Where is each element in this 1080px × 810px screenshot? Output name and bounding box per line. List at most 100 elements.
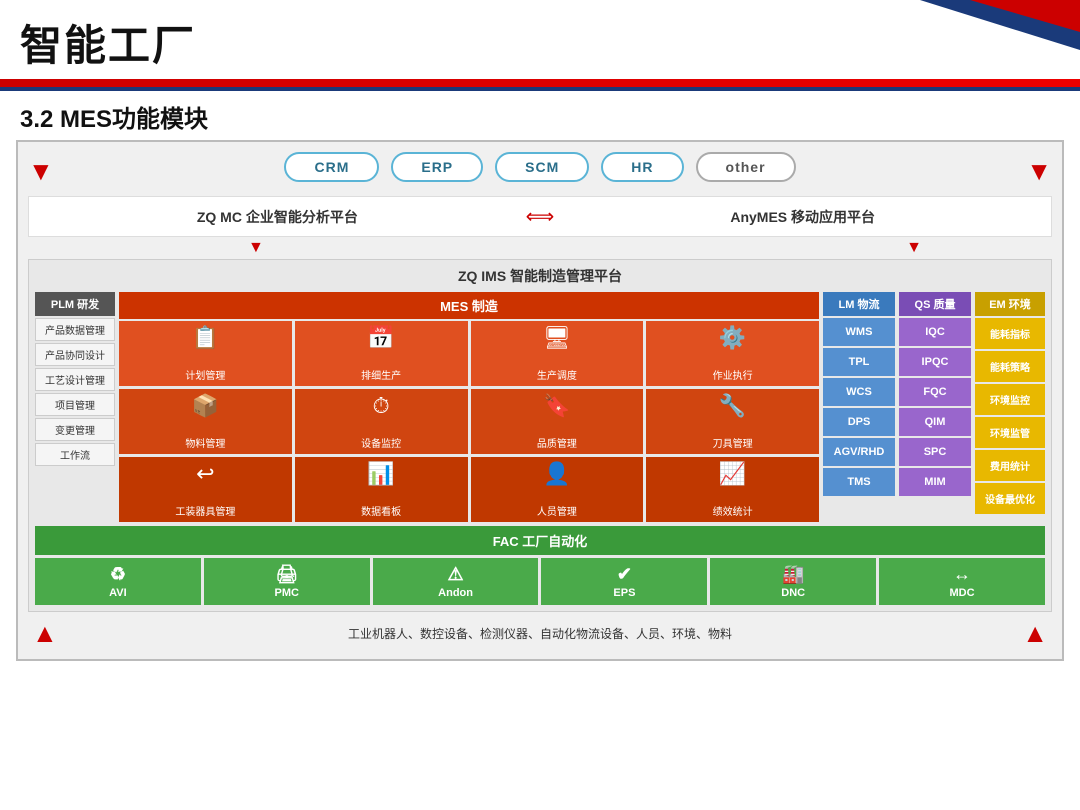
avi-label: AVI: [109, 587, 127, 599]
auto-mdc: ↔ MDC: [879, 558, 1045, 605]
equipment-label: 设备监控: [361, 435, 401, 450]
em-item-3: 环境监控: [975, 384, 1045, 415]
mes-cell-hr: 👤 人员管理: [471, 457, 644, 522]
arrow-down-right: ▼: [906, 239, 922, 257]
lm-dps: DPS: [823, 408, 895, 436]
qs-iqc: IQC: [899, 318, 971, 346]
hr-label: 人员管理: [537, 503, 577, 518]
equipment-icon: ⏱: [373, 393, 390, 419]
plm-item-2: 产品协同设计: [35, 343, 115, 366]
blue-stripe: [0, 87, 1080, 91]
mes-cell-quality: 🔖 品质管理: [471, 389, 644, 454]
fixture-label: 工装器具管理: [175, 503, 235, 518]
eps-label: EPS: [613, 587, 635, 599]
andon-icon: ⚠: [448, 564, 464, 585]
lm-column: LM 物流 WMS TPL WCS DPS AGV/RHD TMS: [823, 292, 895, 522]
dnc-label: DNC: [781, 587, 805, 599]
ims-container: ZQ IMS 智能制造管理平台 PLM 研发 产品数据管理 产品协同设计 工艺设…: [28, 259, 1052, 612]
auto-andon: ⚠ Andon: [373, 558, 539, 605]
lm-wcs: WCS: [823, 378, 895, 406]
performance-label: 绩效统计: [713, 503, 753, 518]
em-item-2: 能耗策略: [975, 351, 1045, 382]
platform-arrow: ⟺: [526, 204, 555, 229]
em-item-5: 费用统计: [975, 450, 1045, 481]
eps-icon: ✔: [617, 564, 632, 585]
qs-qim: QIM: [899, 408, 971, 436]
material-label: 物料管理: [185, 435, 225, 450]
mes-cell-performance: 📈 绩效统计: [646, 457, 819, 522]
mes-cell-dashboard: 📊 数据看板: [295, 457, 468, 522]
auto-avi: ♻ AVI: [35, 558, 201, 605]
arrow-right-bottom: ▲: [1022, 618, 1048, 649]
mes-cell-plan: 📋 计划管理: [119, 321, 292, 386]
pmc-icon: 🖨: [275, 564, 298, 585]
tool-icon: 🔧: [719, 393, 746, 419]
avi-icon: ♻: [110, 564, 126, 585]
andon-label: Andon: [438, 587, 473, 599]
ims-title: ZQ IMS 智能制造管理平台: [35, 266, 1045, 286]
tool-label: 刀具管理: [713, 435, 753, 450]
red-stripe: [0, 79, 1080, 87]
em-item-6: 设备最优化: [975, 483, 1045, 514]
sys-other: other: [696, 152, 796, 182]
plm-item-6: 工作流: [35, 443, 115, 466]
qs-header: QS 质量: [899, 292, 971, 316]
dispatch-icon: 🖥: [543, 325, 571, 351]
dnc-icon: 🏭: [782, 564, 804, 585]
lm-header: LM 物流: [823, 292, 895, 316]
dispatch-label: 生产调度: [537, 367, 577, 382]
mdc-icon: ↔: [953, 564, 971, 585]
auto-eps: ✔ EPS: [541, 558, 707, 605]
plm-item-4: 项目管理: [35, 393, 115, 416]
quality-label: 品质管理: [537, 435, 577, 450]
performance-icon: 📈: [719, 461, 746, 487]
platform-left: ZQ MC 企业智能分析平台: [45, 207, 510, 227]
arrow-right-top: ▼: [1026, 156, 1052, 187]
qs-mim: MIM: [899, 468, 971, 496]
pmc-label: PMC: [275, 587, 299, 599]
qs-column: QS 质量 IQC IPQC FQC QIM SPC MIM: [899, 292, 971, 522]
quality-icon: 🔖: [543, 393, 570, 419]
qs-fqc: FQC: [899, 378, 971, 406]
plan-label: 计划管理: [185, 367, 225, 382]
mes-cell-dispatch: 🖥 生产调度: [471, 321, 644, 386]
arrow-down-left: ▼: [248, 239, 264, 257]
job-label: 作业执行: [713, 367, 753, 382]
em-item-4: 环境监管: [975, 417, 1045, 448]
em-item-1: 能耗指标: [975, 318, 1045, 349]
mes-cell-schedule: 📅 排细生产: [295, 321, 468, 386]
plm-header: PLM 研发: [35, 292, 115, 316]
platform-right: AnyMES 移动应用平台: [570, 207, 1035, 227]
sys-crm: CRM: [284, 152, 379, 182]
sys-scm: SCM: [495, 152, 589, 182]
mes-cell-material: 📦 物料管理: [119, 389, 292, 454]
plm-column: PLM 研发 产品数据管理 产品协同设计 工艺设计管理 项目管理 变更管理 工作…: [35, 292, 115, 522]
mes-cell-tool: 🔧 刀具管理: [646, 389, 819, 454]
plm-item-3: 工艺设计管理: [35, 368, 115, 391]
fixture-icon: ↩: [196, 461, 214, 487]
schedule-icon: 📅: [367, 325, 394, 351]
mes-header: MES 制造: [119, 292, 819, 319]
plm-item-5: 变更管理: [35, 418, 115, 441]
lm-tpl: TPL: [823, 348, 895, 376]
header-section: 智能工厂: [0, 0, 1080, 79]
plan-icon: 📋: [192, 325, 219, 351]
em-header: EM 环境: [975, 292, 1045, 316]
main-grid: PLM 研发 产品数据管理 产品协同设计 工艺设计管理 项目管理 变更管理 工作…: [35, 292, 1045, 522]
automation-row: ♻ AVI 🖨 PMC ⚠ Andon ✔ EPS 🏭 DNC ↔ MDC: [35, 558, 1045, 605]
lm-wms: WMS: [823, 318, 895, 346]
mes-cell-equipment: ⏱ 设备监控: [295, 389, 468, 454]
mes-cell-job: ⚙️ 作业执行: [646, 321, 819, 386]
auto-dnc: 🏭 DNC: [710, 558, 876, 605]
sys-hr: HR: [601, 152, 683, 182]
arrow-left-top: ▼: [28, 156, 54, 187]
job-icon: ⚙️: [719, 325, 746, 351]
auto-pmc: 🖨 PMC: [204, 558, 370, 605]
bottom-text: 工业机器人、数控设备、检测仪器、自动化物流设备、人员、环境、物料: [58, 625, 1023, 642]
qs-spc: SPC: [899, 438, 971, 466]
material-icon: 📦: [192, 393, 219, 419]
fac-row: FAC 工厂自动化: [35, 526, 1045, 555]
qs-ipqc: IPQC: [899, 348, 971, 376]
em-column: EM 环境 能耗指标 能耗策略 环境监控 环境监管 费用统计 设备最优化: [975, 292, 1045, 522]
mes-column: MES 制造 📋 计划管理 📅 排细生产 🖥 生产调度: [119, 292, 819, 522]
